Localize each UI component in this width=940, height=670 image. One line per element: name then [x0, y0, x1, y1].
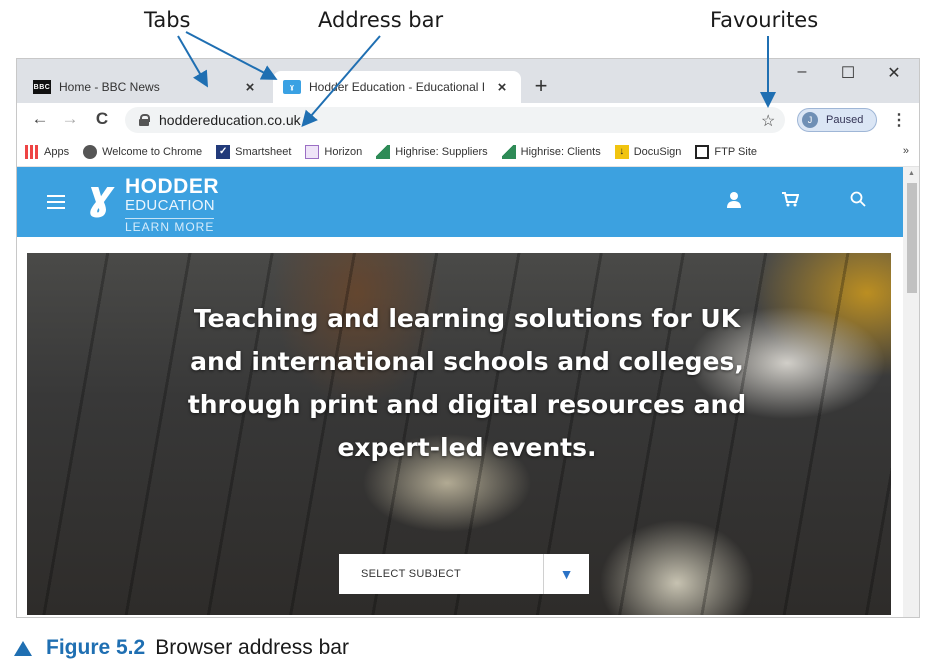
- profile-status: Paused: [826, 114, 864, 126]
- horizon-icon: [305, 144, 320, 159]
- lock-icon: [139, 114, 150, 126]
- docusign-icon: ↓: [614, 144, 629, 159]
- annotation-tabs: Tabs: [144, 8, 191, 32]
- bookmark-label: Welcome to Chrome: [102, 145, 203, 158]
- url-input[interactable]: [159, 112, 659, 128]
- browser-toolbar: ← → C ☆ J Paused ⋮: [17, 103, 919, 137]
- figure-caption-text: Browser address bar: [155, 636, 349, 659]
- smartsheet-icon: ✓: [216, 144, 231, 159]
- forward-button[interactable]: →: [59, 109, 81, 129]
- bbc-icon: BBC: [33, 80, 51, 94]
- bookmarks-overflow-icon[interactable]: »: [903, 145, 909, 157]
- reload-button[interactable]: C: [91, 109, 113, 129]
- bookmark-label: FTP Site: [714, 145, 758, 158]
- profile-button[interactable]: J Paused: [797, 108, 877, 132]
- tab-strip: BBC Home - BBC News × ɣ Hodder Education…: [17, 59, 919, 103]
- close-tab-icon[interactable]: ×: [241, 79, 259, 96]
- figure-caption: Figure 5.2 Browser address bar: [14, 636, 349, 660]
- bookmark-docusign[interactable]: ↓ DocuSign: [614, 144, 682, 159]
- annotation-address-bar: Address bar: [318, 8, 444, 32]
- search-icon[interactable]: [847, 191, 869, 212]
- bookmarks-bar: Apps Welcome to Chrome ✓ Smartsheet Hori…: [17, 137, 919, 167]
- minimize-button[interactable]: –: [787, 63, 817, 81]
- close-tab-icon[interactable]: ×: [493, 79, 511, 96]
- back-button[interactable]: ←: [29, 109, 51, 129]
- menu-kebab-icon[interactable]: ⋮: [891, 110, 907, 130]
- logo-hodder-text[interactable]: HODDER: [125, 175, 219, 199]
- bookmark-star-icon[interactable]: ☆: [761, 111, 775, 131]
- new-tab-button[interactable]: +: [529, 73, 553, 99]
- avatar: J: [802, 112, 818, 128]
- bookmark-highrise-clients[interactable]: Highrise: Clients: [501, 144, 601, 159]
- bookmark-label: Horizon: [324, 145, 363, 158]
- hero-headline: Teaching and learning solutions for UK a…: [187, 304, 747, 462]
- chevron-down-icon[interactable]: ▼: [543, 554, 589, 594]
- bookmark-label: Highrise: Suppliers: [395, 145, 488, 158]
- chrome-icon: [83, 144, 98, 159]
- hodder-icon: ɣ: [283, 80, 301, 94]
- logo-education-text[interactable]: EDUCATION: [125, 197, 215, 214]
- bookmark-highrise-suppliers[interactable]: Highrise: Suppliers: [376, 144, 488, 159]
- triangle-icon: [14, 640, 32, 656]
- bookmark-welcome-to-chrome[interactable]: Welcome to Chrome: [83, 144, 203, 159]
- select-subject-dropdown[interactable]: SELECT SUBJECT ▼: [339, 554, 589, 594]
- ftp-grid-icon: [695, 144, 710, 159]
- web-page: ɣ HODDER EDUCATION LEARN MORE Teaching a…: [17, 167, 919, 617]
- close-window-button[interactable]: ✕: [879, 63, 909, 83]
- tab-title: Home - BBC News: [59, 80, 160, 94]
- annotation-favourites: Favourites: [710, 8, 819, 32]
- bookmark-smartsheet[interactable]: ✓ Smartsheet: [216, 144, 292, 159]
- bookmark-horizon[interactable]: Horizon: [305, 144, 363, 159]
- highrise-icon: [501, 144, 516, 159]
- highrise-icon: [376, 144, 391, 159]
- bookmark-label: Smartsheet: [235, 145, 292, 158]
- user-icon[interactable]: [723, 191, 745, 214]
- cart-icon[interactable]: [779, 191, 801, 212]
- logo-learn-more-link[interactable]: LEARN MORE: [125, 218, 215, 234]
- figure: Tabs Address bar Favourites BBC Home - B…: [0, 0, 940, 670]
- hodder-logo-icon[interactable]: ɣ: [87, 173, 116, 219]
- browser-window: BBC Home - BBC News × ɣ Hodder Education…: [16, 58, 920, 618]
- tab-hodder-education[interactable]: ɣ Hodder Education - Educational I ×: [273, 71, 521, 103]
- page-scrollbar[interactable]: ▲: [903, 167, 919, 617]
- apps-grid-icon: [25, 144, 39, 159]
- address-bar[interactable]: [125, 107, 785, 133]
- bookmark-ftp-site[interactable]: FTP Site: [695, 144, 758, 159]
- bookmark-apps[interactable]: Apps: [25, 144, 70, 159]
- scroll-up-icon[interactable]: ▲: [908, 170, 915, 177]
- tab-bbc-news[interactable]: BBC Home - BBC News ×: [23, 71, 269, 103]
- hamburger-menu-icon[interactable]: [47, 195, 65, 209]
- hero-banner: Teaching and learning solutions for UK a…: [27, 253, 891, 615]
- tab-title: Hodder Education - Educational I: [309, 80, 486, 94]
- figure-number: Figure 5.2: [46, 636, 146, 659]
- scrollbar-thumb[interactable]: [907, 183, 917, 293]
- maximize-button[interactable]: ☐: [833, 63, 863, 83]
- bookmark-label: Apps: [44, 145, 70, 158]
- site-header: ɣ HODDER EDUCATION LEARN MORE: [17, 167, 903, 237]
- bookmark-label: DocuSign: [633, 145, 682, 158]
- select-subject-label: SELECT SUBJECT: [361, 568, 461, 580]
- bookmark-label: Highrise: Clients: [520, 145, 601, 158]
